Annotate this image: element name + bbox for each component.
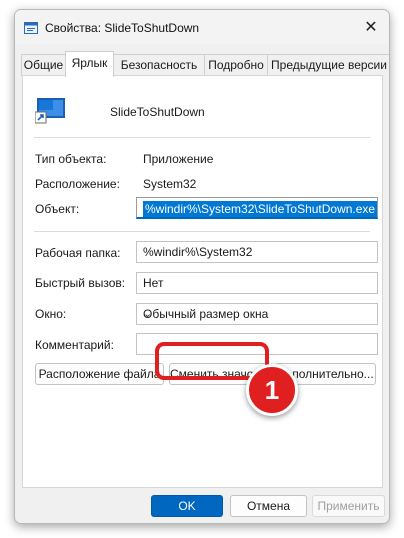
type-label: Тип объекта:	[35, 152, 107, 166]
run-select[interactable]: Обычный размер окна ⌄	[136, 303, 378, 325]
shortcut-app-icon	[35, 98, 65, 124]
chevron-down-icon: ⌄	[143, 308, 153, 320]
title-bar: Свойства: SlideToShutDown ✕	[15, 10, 389, 44]
target-input[interactable]: %windir%\System32\SlideToShutDown.exe	[136, 197, 378, 219]
tab-previous-versions[interactable]: Предыдущие версии	[267, 54, 389, 76]
tab-details[interactable]: Подробно	[204, 54, 268, 76]
hotkey-input[interactable]: Нет	[136, 272, 378, 294]
target-value: %windir%\System32\SlideToShutDown.exe	[143, 201, 378, 217]
shortcut-name: SlideToShutDown	[110, 105, 205, 119]
tab-shortcut[interactable]: Ярлык	[65, 51, 114, 77]
tab-general[interactable]: Общие	[21, 54, 66, 76]
apply-button[interactable]: Применить	[312, 495, 385, 517]
step-marker: 1	[246, 364, 298, 416]
location-label: Расположение:	[35, 177, 120, 191]
properties-icon	[24, 22, 38, 34]
start-in-input[interactable]: %windir%\System32	[136, 241, 378, 263]
open-file-location-button[interactable]: Расположение файла	[35, 363, 164, 385]
window-title: Свойства: SlideToShutDown	[45, 21, 200, 35]
start-in-value: %windir%\System32	[143, 245, 253, 259]
properties-dialog: Свойства: SlideToShutDown ✕ Общие Ярлык …	[14, 9, 390, 524]
comment-label: Комментарий:	[35, 338, 114, 352]
hotkey-label: Быстрый вызов:	[35, 276, 126, 290]
target-label: Объект:	[35, 202, 80, 216]
hotkey-value: Нет	[143, 276, 164, 290]
divider	[34, 231, 370, 232]
type-value: Приложение	[143, 152, 214, 166]
run-label: Окно:	[35, 307, 67, 321]
ok-button[interactable]: OK	[151, 495, 223, 517]
divider	[34, 137, 370, 138]
close-icon: ✕	[364, 19, 378, 36]
tab-security[interactable]: Безопасность	[113, 54, 205, 76]
shortcut-tab-panel: SlideToShutDown Тип объекта: Приложение …	[22, 75, 383, 488]
close-button[interactable]: ✕	[359, 16, 383, 38]
cancel-button[interactable]: Отмена	[230, 495, 307, 517]
start-in-label: Рабочая папка:	[35, 246, 121, 260]
location-value: System32	[143, 177, 197, 191]
